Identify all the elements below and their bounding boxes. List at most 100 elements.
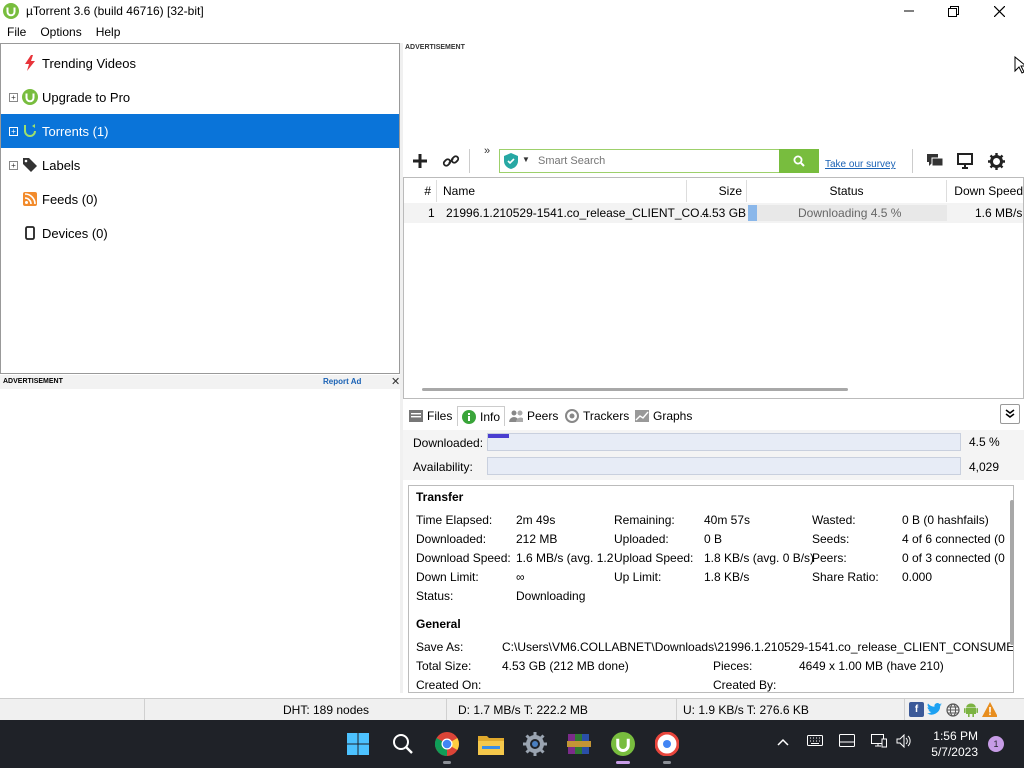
- start-button[interactable]: [342, 728, 374, 760]
- keyboard-icon[interactable]: [807, 734, 823, 749]
- ad-label: ADVERTISEMENT: [405, 44, 465, 51]
- expand-icon[interactable]: +: [9, 92, 18, 102]
- search-input[interactable]: [538, 153, 768, 169]
- tab-graphs[interactable]: Graphs: [635, 406, 692, 426]
- sidebar-item-label: Devices (0): [42, 225, 108, 241]
- trackers-icon: [565, 409, 579, 423]
- toolbar-separator: [469, 149, 470, 173]
- taskbar-search-button[interactable]: [387, 728, 419, 760]
- uploaded-label: Uploaded:: [614, 532, 669, 546]
- row-number: 1: [428, 206, 435, 220]
- tab-files[interactable]: Files: [409, 406, 452, 426]
- info-panel: Transfer Time Elapsed: 2m 49s Downloaded…: [408, 485, 1014, 693]
- expand-icon[interactable]: +: [9, 160, 18, 170]
- down-limit-label: Down Limit:: [416, 570, 479, 584]
- minimize-icon: [904, 10, 914, 12]
- chevron-down-icon[interactable]: ▼: [522, 155, 530, 164]
- windows-logo-icon: [347, 733, 369, 755]
- download-speed-label: Download Speed:: [416, 551, 511, 565]
- taskbar-utorrent[interactable]: [607, 728, 639, 764]
- restore-icon: [947, 5, 959, 17]
- menu-help[interactable]: Help: [89, 25, 128, 39]
- survey-link[interactable]: Take our survey: [825, 159, 896, 170]
- save-as-label: Save As:: [416, 640, 464, 654]
- sidebar-item-trending-videos[interactable]: Trending Videos: [1, 46, 399, 80]
- running-indicator: [616, 761, 630, 764]
- time-elapsed-value: 2m 49s: [516, 513, 556, 527]
- taskbar-file-explorer[interactable]: [475, 728, 507, 760]
- sidebar-item-upgrade-to-pro[interactable]: + Upgrade to Pro: [1, 80, 399, 114]
- sidebar-item-feeds[interactable]: Feeds (0): [1, 182, 399, 216]
- status-value: Downloading: [516, 589, 586, 603]
- column-header-status[interactable]: Status: [747, 180, 947, 202]
- browser-icon: [655, 732, 679, 756]
- expand-icon[interactable]: +: [9, 126, 18, 136]
- facebook-icon[interactable]: f: [909, 702, 924, 717]
- close-ad-button[interactable]: ✕: [391, 375, 400, 388]
- tab-label: Graphs: [653, 409, 693, 423]
- column-header-size[interactable]: Size: [687, 180, 747, 202]
- preferences-button[interactable]: [985, 150, 1007, 172]
- share-ratio-value: 0.000: [902, 570, 933, 584]
- toolbar-overflow-button[interactable]: »: [484, 145, 490, 157]
- remaining-label: Remaining:: [614, 513, 675, 527]
- add-torrent-button[interactable]: [409, 150, 431, 172]
- network-icon[interactable]: [871, 734, 887, 751]
- column-header-name[interactable]: Name: [437, 180, 687, 202]
- taskbar-chrome[interactable]: [431, 728, 463, 764]
- upload-status[interactable]: U: 1.9 KB/s T: 276.6 KB: [683, 703, 809, 717]
- column-header-down-speed[interactable]: Down Speed: [947, 180, 1024, 202]
- chevron-up-icon[interactable]: [777, 734, 789, 749]
- notification-badge[interactable]: 1: [988, 736, 1004, 752]
- download-status[interactable]: D: 1.7 MB/s T: 222.2 MB: [458, 703, 588, 717]
- status-divider: [446, 699, 447, 721]
- peers-value: 0 of 3 connected (0: [902, 551, 1005, 565]
- device-icon: [22, 225, 38, 241]
- availability-label: Availability:: [413, 460, 473, 474]
- sidebar-item-torrents[interactable]: + Torrents (1): [1, 114, 399, 148]
- warning-icon[interactable]: [982, 702, 997, 717]
- tablet-icon[interactable]: [839, 734, 855, 750]
- close-button[interactable]: [976, 0, 1022, 22]
- minimize-button[interactable]: [886, 0, 932, 22]
- wasted-label: Wasted:: [812, 513, 856, 527]
- collapse-panel-button[interactable]: [1000, 404, 1020, 424]
- report-ad-link[interactable]: Report Ad: [323, 377, 361, 386]
- sidebar-item-devices[interactable]: Devices (0): [1, 216, 399, 250]
- downloaded-bar: [487, 433, 961, 451]
- tab-peers[interactable]: Peers: [509, 406, 558, 426]
- status-divider: [144, 699, 145, 721]
- taskbar-winrar[interactable]: [563, 728, 595, 760]
- add-link-button[interactable]: [440, 150, 462, 172]
- taskbar-clock[interactable]: 1:56 PM 5/7/2023: [922, 728, 978, 760]
- running-indicator: [443, 761, 451, 764]
- twitter-icon[interactable]: [927, 702, 942, 717]
- torrent-list: # Name Size Status Down Speed 1 21996.1.…: [403, 177, 1024, 399]
- chat-button[interactable]: [924, 150, 946, 172]
- maximize-button[interactable]: [930, 0, 976, 22]
- sidebar-item-labels[interactable]: + Labels: [1, 148, 399, 182]
- taskbar-browser[interactable]: [651, 728, 683, 764]
- toolbar: » ▼ Take our survey: [403, 145, 1024, 177]
- search-button[interactable]: [779, 149, 819, 173]
- right-ad-area: [403, 56, 1024, 144]
- tab-info[interactable]: Info: [457, 406, 506, 426]
- tab-label: Peers: [527, 409, 559, 423]
- tab-label: Trackers: [583, 409, 630, 423]
- horizontal-scrollbar[interactable]: [422, 388, 848, 391]
- vertical-scrollbar[interactable]: [1010, 500, 1014, 645]
- remote-button[interactable]: [954, 150, 976, 172]
- utorrent-logo-icon: [611, 732, 635, 756]
- column-header-number[interactable]: #: [404, 180, 437, 202]
- taskbar-settings[interactable]: [519, 728, 551, 760]
- seeds-value: 4 of 6 connected (0: [902, 532, 1005, 546]
- tab-trackers[interactable]: Trackers: [565, 406, 629, 426]
- globe-icon[interactable]: [945, 702, 960, 717]
- monitor-icon: [957, 153, 973, 169]
- uploaded-value: 0 B: [704, 532, 723, 546]
- android-icon[interactable]: [963, 702, 978, 717]
- menu-file[interactable]: File: [0, 25, 33, 39]
- volume-icon[interactable]: [896, 733, 912, 751]
- table-row[interactable]: 1 21996.1.210529-1541.co_release_CLIENT_…: [404, 203, 1023, 223]
- menu-options[interactable]: Options: [33, 25, 88, 39]
